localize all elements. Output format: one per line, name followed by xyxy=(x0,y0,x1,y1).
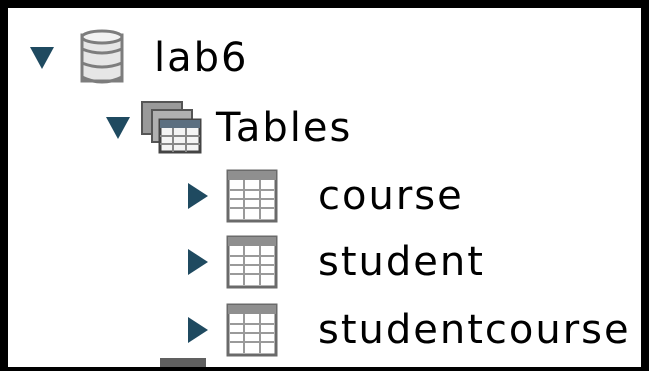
tables-folder-icon xyxy=(141,101,202,154)
collapse-arrow-icon[interactable] xyxy=(188,183,208,209)
tree-node-table-student[interactable]: student xyxy=(188,234,485,290)
tree-node-label: lab6 xyxy=(154,35,249,81)
tree-node-label: student xyxy=(318,239,485,285)
folder-icon xyxy=(160,358,206,367)
table-icon xyxy=(226,235,278,289)
tree-node-tables-folder[interactable]: Tables xyxy=(106,100,352,156)
database-icon xyxy=(80,29,124,84)
tree-node-table-course[interactable]: course xyxy=(188,168,464,224)
tree-node-label: studentcourse xyxy=(318,307,631,353)
expand-arrow-icon[interactable] xyxy=(106,117,130,139)
collapse-arrow-icon[interactable] xyxy=(188,249,208,275)
tree-node-table-studentcourse[interactable]: studentcourse xyxy=(188,302,631,358)
table-icon xyxy=(226,169,278,223)
tree-node-database[interactable]: lab6 xyxy=(22,29,249,86)
table-icon xyxy=(226,303,278,357)
tree-node-label: Tables xyxy=(216,105,353,151)
collapse-arrow-icon[interactable] xyxy=(188,317,208,343)
navigator-tree: lab6 Tables course student studentcourse xyxy=(0,0,649,371)
tree-node-label: course xyxy=(318,173,464,219)
expand-arrow-icon[interactable] xyxy=(30,47,54,69)
